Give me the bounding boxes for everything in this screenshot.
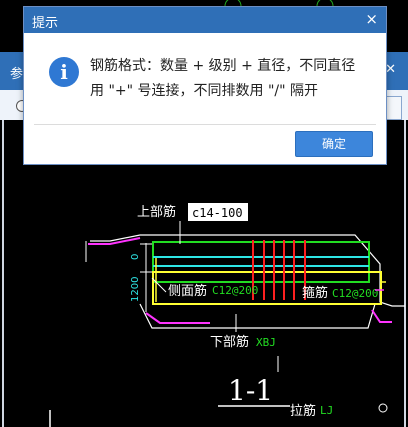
bottom-bar-label: 下部筋 (210, 334, 249, 350)
tip-dialog: 提示 × i 钢筋格式：数量 + 级别 + 直径，不同直径用 "+" 号连接，不… (23, 6, 387, 165)
bottom-bar-value: XBJ (256, 336, 276, 349)
side-bar-label: 侧面筋 (168, 283, 207, 299)
tie-bar-label: 拉筋 (290, 403, 316, 419)
side-bar-leader (151, 277, 167, 293)
stirrup-value: C12@200 (332, 287, 378, 300)
close-icon[interactable]: × (365, 10, 378, 28)
info-icon: i (49, 57, 79, 87)
right-bottom-mark (378, 403, 388, 413)
top-bar-label: 上部筋 (137, 204, 176, 220)
dialog-separator (34, 124, 376, 125)
right-magenta-bar (371, 309, 392, 323)
dialog-titlebar[interactable] (24, 7, 386, 33)
dialog-message: 钢筋格式：数量 + 级别 + 直径，不同直径用 "+" 号连接，不同排数用 "/… (90, 58, 356, 99)
dialog-title: 提示 (32, 16, 59, 31)
side-bar-value: C12@200 (212, 284, 258, 297)
stirrup-outline (152, 241, 370, 283)
dim-top-label: 0 (130, 254, 141, 260)
top-bar-value: c14-100 (192, 206, 243, 220)
dim-side-label: 1200 (130, 277, 141, 302)
section-outline-bottom (139, 303, 376, 329)
ok-button[interactable]: 确定 (295, 131, 373, 157)
stirrup-label: 箍筋 (302, 285, 328, 301)
bottom-magenta-bar (145, 312, 210, 324)
section-title: 1-1 (228, 374, 273, 407)
tie-bar-value: LJ (320, 404, 333, 417)
